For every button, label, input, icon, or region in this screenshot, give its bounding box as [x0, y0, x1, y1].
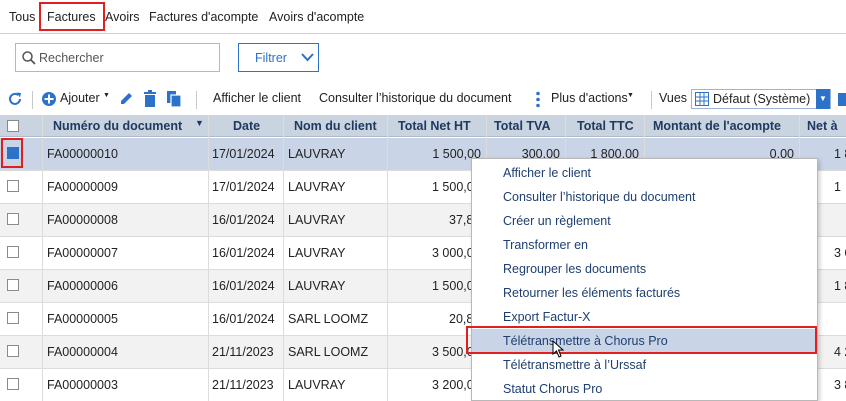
menu-item-history[interactable]: Consulter l’historique du document [472, 185, 817, 209]
cell-client: LAUVRAY [288, 246, 346, 260]
cell-numero: FA00000008 [47, 213, 118, 227]
menu-highlight-frame [466, 326, 817, 354]
row-checkbox[interactable] [7, 345, 19, 357]
select-all-checkbox[interactable] [7, 120, 19, 132]
cell-net: 1 8 [834, 279, 846, 293]
row-checkbox[interactable] [7, 180, 19, 192]
tab-factures-acompte[interactable]: Factures d'acompte [149, 10, 258, 24]
views-dropdown-icon: ▼ [816, 89, 830, 109]
cell-ht: 1 500,0 [432, 180, 474, 194]
col-date[interactable]: Date [233, 119, 260, 133]
cell-client: SARL LOOMZ [288, 345, 369, 359]
col-total-ttc[interactable]: Total TTC [577, 119, 634, 133]
column-settings-icon[interactable] [838, 91, 846, 108]
filter-button[interactable]: Filtrer [238, 43, 319, 72]
grid-view-icon [695, 92, 709, 106]
search-input[interactable]: Rechercher [15, 43, 220, 72]
more-actions-arrow-icon[interactable]: ▼ [627, 92, 634, 99]
menu-item-group-documents[interactable]: Regrouper les documents [472, 257, 817, 281]
sort-desc-icon[interactable]: ▼ [195, 118, 204, 128]
history-button[interactable]: Consulter l’historique du document [319, 91, 511, 105]
cell-date: 17/01/2024 [212, 147, 275, 161]
cell-net: 3 8 [834, 378, 846, 392]
cell-client: SARL LOOMZ [288, 312, 369, 326]
filter-label: Filtrer [255, 51, 287, 65]
cell-client: LAUVRAY [288, 279, 346, 293]
cell-client: LAUVRAY [288, 180, 346, 194]
cell-ht: 3 000,0 [432, 246, 474, 260]
cell-date: 16/01/2024 [212, 312, 275, 326]
col-total-ht[interactable]: Total Net HT [398, 119, 471, 133]
cell-date: 16/01/2024 [212, 213, 275, 227]
views-value: Défaut (Système) [713, 92, 811, 106]
tab-highlight-frame [39, 2, 105, 31]
cell-numero: FA00000006 [47, 279, 118, 293]
row-checkbox[interactable] [7, 246, 19, 258]
row-checkbox[interactable] [7, 312, 19, 324]
cell-client: LAUVRAY [288, 147, 346, 161]
tab-avoirs[interactable]: Avoirs [105, 10, 140, 24]
chevron-down-icon [301, 53, 314, 62]
add-button[interactable]: Ajouter [60, 91, 100, 105]
menu-item-urssaf[interactable]: Télétransmettre à l’Urssaf [472, 353, 817, 377]
refresh-icon[interactable] [7, 91, 23, 107]
col-numero[interactable]: Numéro du document [53, 119, 182, 133]
cell-ht: 37,8 [449, 213, 474, 227]
views-label: Vues [659, 91, 688, 105]
cell-numero: FA00000010 [47, 147, 118, 161]
cell-numero: FA00000007 [47, 246, 118, 260]
mouse-cursor-icon [552, 340, 565, 358]
cell-client: LAUVRAY [288, 213, 346, 227]
cell-date: 16/01/2024 [212, 279, 275, 293]
cell-date: 17/01/2024 [212, 180, 275, 194]
cell-ht: 1 500,0 [432, 279, 474, 293]
cell-net: 4 2 [834, 345, 846, 359]
cell-ht: 3 200,0 [432, 378, 474, 392]
menu-item-show-client[interactable]: Afficher le client [472, 161, 817, 185]
col-acompte[interactable]: Montant de l'acompte [653, 119, 781, 133]
grid-header: Numéro du document ▼ Date Nom du client … [0, 115, 846, 137]
search-placeholder: Rechercher [39, 51, 104, 65]
cell-net: 3 6 [834, 246, 846, 260]
cell-numero: FA00000003 [47, 378, 118, 392]
context-menu: Afficher le client Consulter l’historiqu… [471, 158, 818, 401]
search-icon [22, 51, 36, 65]
col-total-tva[interactable]: Total TVA [494, 119, 550, 133]
row-checkbox[interactable] [7, 279, 19, 291]
add-icon[interactable] [41, 91, 57, 107]
tab-avoirs-acompte[interactable]: Avoirs d'acompte [269, 10, 364, 24]
cell-ht: 20,8 [449, 312, 474, 326]
cell-net: 1 8 [834, 147, 846, 161]
cell-date: 16/01/2024 [212, 246, 275, 260]
more-dots-icon[interactable] [535, 91, 541, 108]
row-checkbox[interactable] [7, 378, 19, 390]
menu-item-chorus-status[interactable]: Statut Chorus Pro [472, 377, 817, 401]
cell-date: 21/11/2023 [212, 378, 274, 392]
duplicate-icon[interactable] [166, 90, 182, 108]
more-actions-button[interactable]: Plus d'actions [551, 91, 628, 105]
menu-item-transform[interactable]: Transformer en [472, 233, 817, 257]
cell-client: LAUVRAY [288, 378, 346, 392]
col-client[interactable]: Nom du client [294, 119, 377, 133]
document-type-tabs: Tous Factures Avoirs Factures d'acompte … [0, 0, 846, 34]
row-checkbox[interactable] [7, 213, 19, 225]
checkbox-highlight-frame [1, 138, 23, 168]
show-client-button[interactable]: Afficher le client [213, 91, 301, 105]
cell-numero: FA00000009 [47, 180, 118, 194]
add-dropdown-arrow-icon[interactable]: ▼ [103, 92, 110, 99]
menu-item-return-items[interactable]: Retourner les éléments facturés [472, 281, 817, 305]
col-net[interactable]: Net à [807, 119, 838, 133]
tab-tous[interactable]: Tous [9, 10, 35, 24]
cell-numero: FA00000005 [47, 312, 118, 326]
views-select[interactable]: Défaut (Système) ▼ [691, 89, 831, 109]
menu-item-create-payment[interactable]: Créer un règlement [472, 209, 817, 233]
cell-net: 1 [834, 180, 841, 194]
edit-pencil-icon[interactable] [118, 90, 135, 107]
cell-date: 21/11/2023 [212, 345, 274, 359]
delete-trash-icon[interactable] [142, 90, 158, 108]
cell-numero: FA00000004 [47, 345, 118, 359]
